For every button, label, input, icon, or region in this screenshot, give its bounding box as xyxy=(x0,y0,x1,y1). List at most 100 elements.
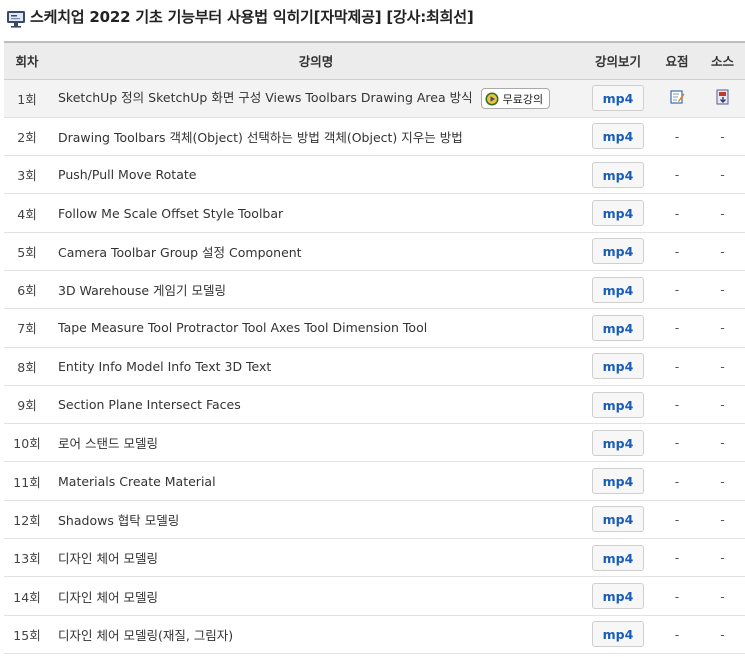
page-title: 스케치업 2022 기초 기능부터 사용법 익히기[자막제공] [강사:최희선] xyxy=(30,8,474,26)
page-header: 스케치업 2022 기초 기능부터 사용법 익히기[자막제공] [강사:최희선] xyxy=(0,0,745,38)
mp4-button[interactable]: mp4 xyxy=(592,85,644,112)
table-row: 10회 로어 스탠드 모델링 mp4 - - xyxy=(4,424,745,462)
mp4-button[interactable]: mp4 xyxy=(592,123,644,150)
lecture-title[interactable]: Follow Me Scale Offset Style Toolbar xyxy=(50,194,582,232)
free-lecture-badge[interactable]: 무료강의 xyxy=(480,88,551,110)
video-cell: mp4 xyxy=(582,309,654,347)
source-cell: - xyxy=(720,588,725,604)
source-cell: - xyxy=(720,128,725,144)
summary-cell: - xyxy=(674,128,680,144)
column-header-source: 소스 xyxy=(700,41,745,80)
summary-cell: - xyxy=(674,588,680,604)
mp4-button[interactable]: mp4 xyxy=(592,583,644,609)
video-cell: mp4 xyxy=(582,615,654,653)
mp4-button[interactable]: mp4 xyxy=(592,161,644,188)
summary-cell: - xyxy=(674,550,680,566)
video-cell: mp4 xyxy=(582,117,654,155)
source-cell: - xyxy=(720,358,725,374)
free-lecture-label: 무료강의 xyxy=(502,92,544,106)
video-cell: mp4 xyxy=(582,79,654,117)
mp4-button[interactable]: mp4 xyxy=(592,468,644,495)
mp4-button[interactable]: mp4 xyxy=(592,391,644,418)
row-number: 10회 xyxy=(13,436,41,452)
play-icon xyxy=(485,92,499,106)
summary-cell: - xyxy=(674,626,680,642)
video-cell: mp4 xyxy=(582,424,654,462)
summary-cell: - xyxy=(674,167,680,183)
mp4-button[interactable]: mp4 xyxy=(592,353,644,380)
summary-cell: - xyxy=(674,473,680,489)
lecture-title[interactable]: Drawing Toolbars 객체(Object) 선택하는 방법 객체(O… xyxy=(50,117,582,155)
table-row: 15회 디자인 체어 모델링(재질, 그림자) mp4 - - xyxy=(4,615,745,654)
row-number: 7회 xyxy=(17,321,37,337)
table-row: 1회 SketchUp 정의 SketchUp 화면 구성 Views Tool… xyxy=(4,79,745,118)
lecture-title[interactable]: 디자인 체어 모델링 xyxy=(50,539,582,577)
note-edit-icon[interactable] xyxy=(669,89,685,105)
summary-cell: - xyxy=(674,320,680,336)
lecture-title-cell: SketchUp 정의 SketchUp 화면 구성 Views Toolbar… xyxy=(50,79,582,117)
lecture-title[interactable]: 로어 스탠드 모델링 xyxy=(50,424,582,462)
source-cell: - xyxy=(720,205,725,221)
lecture-title[interactable]: 디자인 체어 모델링(재질, 그림자) xyxy=(50,615,582,653)
lecture-title[interactable]: Camera Toolbar Group 설정 Component xyxy=(50,232,582,270)
source-cell: - xyxy=(720,167,725,183)
table-row: 7회 Tape Measure Tool Protractor Tool Axe… xyxy=(4,309,745,348)
monitor-lecture-icon xyxy=(7,11,25,28)
source-cell: - xyxy=(720,511,725,527)
lecture-title[interactable]: 디자인 체어 모델링 xyxy=(50,577,582,615)
summary-cell: - xyxy=(674,358,680,374)
summary-cell: - xyxy=(674,205,680,221)
mp4-button[interactable]: mp4 xyxy=(592,544,644,571)
lecture-title[interactable]: Shadows 협탁 모델링 xyxy=(50,500,582,538)
table-row: 2회 Drawing Toolbars 객체(Object) 선택하는 방법 객… xyxy=(4,117,745,156)
source-cell: - xyxy=(720,550,725,566)
table-row: 8회 Entity Info Model Info Text 3D Text m… xyxy=(4,347,745,386)
video-cell: mp4 xyxy=(582,194,654,232)
mp4-button[interactable]: mp4 xyxy=(592,314,644,341)
source-cell xyxy=(700,79,745,117)
mp4-button[interactable]: mp4 xyxy=(592,429,644,456)
mp4-button[interactable]: mp4 xyxy=(592,506,644,533)
source-cell: - xyxy=(720,243,725,259)
row-number: 5회 xyxy=(17,244,37,260)
row-number: 15회 xyxy=(13,627,41,643)
video-cell: mp4 xyxy=(582,270,654,308)
table-row: 11회 Materials Create Material mp4 - - xyxy=(4,462,745,501)
table-row: 14회 디자인 체어 모델링 mp4 - - xyxy=(4,577,745,616)
column-header-name: 강의명 xyxy=(50,41,582,80)
video-cell: mp4 xyxy=(582,577,654,615)
source-cell: - xyxy=(720,320,725,336)
table-row: 5회 Camera Toolbar Group 설정 Component mp4… xyxy=(4,232,745,271)
lecture-title[interactable]: Section Plane Intersect Faces xyxy=(50,385,582,423)
download-file-icon[interactable] xyxy=(715,89,731,105)
summary-cell: - xyxy=(674,435,680,451)
mp4-button[interactable]: mp4 xyxy=(592,238,644,265)
lecture-title[interactable]: Materials Create Material xyxy=(50,462,582,500)
table-row: 9회 Section Plane Intersect Faces mp4 - - xyxy=(4,385,745,424)
table-header-row: 회차 강의명 강의보기 요점 소스 xyxy=(4,41,745,80)
table-row: 13회 디자인 체어 모델링 mp4 - - xyxy=(4,539,745,577)
video-cell: mp4 xyxy=(582,347,654,385)
row-number: 6회 xyxy=(17,283,37,299)
video-cell: mp4 xyxy=(582,232,654,270)
summary-cell: - xyxy=(674,511,680,527)
row-number: 8회 xyxy=(17,359,37,375)
mp4-button[interactable]: mp4 xyxy=(592,200,644,227)
column-header-video: 강의보기 xyxy=(582,41,654,80)
lecture-title[interactable]: SketchUp 정의 SketchUp 화면 구성 Views Toolbar… xyxy=(58,90,473,105)
mp4-button[interactable]: mp4 xyxy=(592,621,644,648)
video-cell: mp4 xyxy=(582,539,654,577)
table-row: 6회 3D Warehouse 게임기 모델링 mp4 - - xyxy=(4,270,745,309)
lecture-title[interactable]: 3D Warehouse 게임기 모델링 xyxy=(50,270,582,308)
table-row: 12회 Shadows 협탁 모델링 mp4 - - xyxy=(4,500,745,539)
video-cell: mp4 xyxy=(582,156,654,194)
lecture-title[interactable]: Push/Pull Move Rotate xyxy=(50,156,582,194)
lecture-title[interactable]: Entity Info Model Info Text 3D Text xyxy=(50,347,582,385)
lecture-title[interactable]: Tape Measure Tool Protractor Tool Axes T… xyxy=(50,309,582,347)
source-cell: - xyxy=(720,435,725,451)
mp4-button[interactable]: mp4 xyxy=(592,276,644,303)
video-cell: mp4 xyxy=(582,500,654,538)
table-row: 3회 Push/Pull Move Rotate mp4 - - xyxy=(4,156,745,194)
column-header-no: 회차 xyxy=(4,41,50,80)
row-number: 13회 xyxy=(13,551,41,567)
